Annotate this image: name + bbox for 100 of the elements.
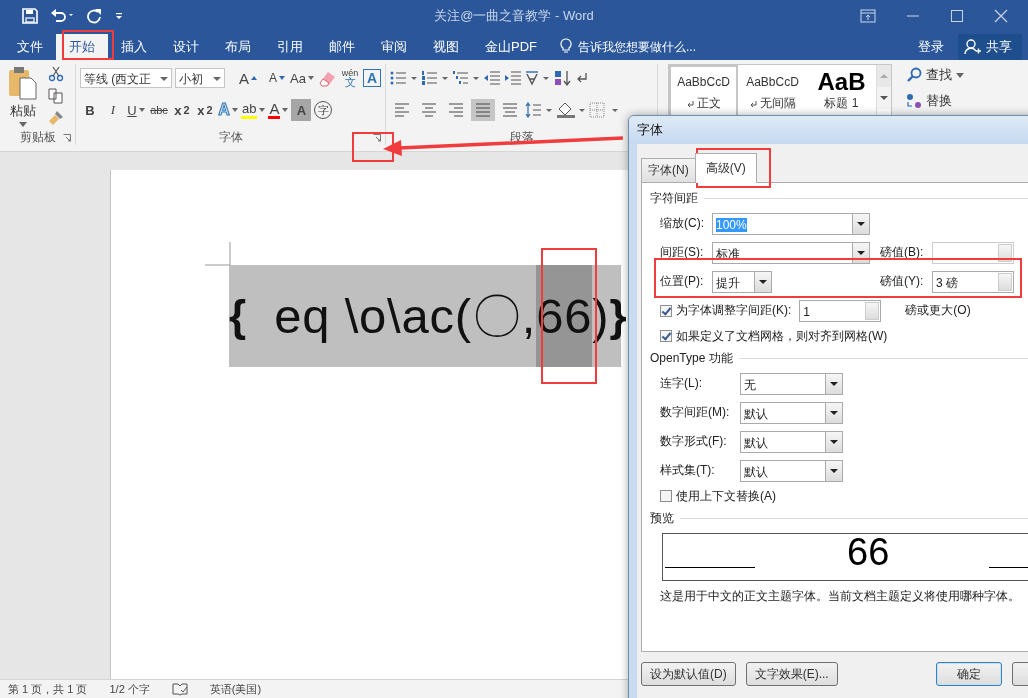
asian-layout-icon[interactable] — [525, 70, 551, 86]
kerning-spinner[interactable]: 1 — [799, 299, 882, 322]
opentype-dropdown[interactable]: 默认 — [740, 459, 843, 482]
style-item[interactable]: AaB 标题 1 — [807, 65, 876, 143]
change-case-button[interactable]: Aa — [290, 67, 314, 89]
checkbox[interactable] — [660, 304, 672, 317]
numbered-list-icon[interactable] — [421, 70, 449, 86]
bold-button[interactable]: B — [80, 99, 100, 121]
field-label: 磅值(Y): — [880, 273, 925, 290]
line-spacing-icon[interactable] — [525, 102, 553, 118]
ribbon-display-icon[interactable] — [860, 9, 876, 23]
position-dropdown[interactable]: 提升 — [712, 270, 772, 293]
customize-icon[interactable] — [114, 11, 124, 21]
group-label: 剪贴板 — [19, 128, 56, 146]
increase-indent-icon[interactable] — [504, 70, 522, 86]
caret-icon — [956, 72, 964, 78]
font-name-field[interactable]: 等线 (西文正 — [80, 68, 172, 88]
person-add-icon — [964, 39, 982, 55]
ribbon-tab[interactable]: 审阅 — [368, 34, 420, 60]
field-label: 样式集(T): — [660, 462, 716, 479]
redo-icon[interactable] — [86, 8, 102, 24]
sign-in-link[interactable]: 登录 — [918, 34, 944, 60]
italic-button[interactable]: I — [103, 99, 123, 121]
multilevel-list-icon[interactable] — [452, 70, 480, 86]
find-button[interactable]: 查找 — [906, 64, 964, 86]
bullet-list-icon[interactable] — [390, 70, 418, 86]
lightbulb-icon — [560, 38, 572, 54]
dialog-tab[interactable]: 字体(N) — [641, 158, 696, 182]
ribbon-tab[interactable]: 布局 — [212, 34, 264, 60]
sort-icon[interactable] — [554, 70, 572, 86]
underline-button[interactable]: U — [126, 99, 146, 121]
shrink-font-button[interactable]: A — [267, 67, 288, 89]
scissors-icon[interactable] — [48, 66, 64, 82]
opentype-dropdown[interactable]: 默认 — [740, 401, 843, 424]
character-border-button[interactable]: A — [363, 69, 381, 87]
ribbon-tab[interactable]: 引用 — [264, 34, 316, 60]
field-label: 位置(P): — [660, 273, 705, 290]
ribbon-tab[interactable]: 金山PDF — [472, 34, 550, 60]
field-label: 磅值(B): — [880, 244, 925, 261]
font-size-field[interactable]: 小初 — [175, 68, 225, 88]
maximize-icon[interactable] — [950, 9, 964, 23]
paintbrush-icon[interactable] — [48, 110, 64, 126]
section-title: OpenType 功能 — [650, 349, 733, 367]
scroll-down-icon[interactable] — [877, 87, 891, 109]
character-shading-button[interactable]: A — [291, 99, 312, 121]
checkbox[interactable] — [660, 490, 672, 502]
paint-bucket-icon[interactable] — [556, 102, 586, 118]
copy-icon[interactable] — [48, 88, 64, 104]
field-code-text: 〇 — [472, 288, 522, 345]
points-spinner[interactable] — [932, 241, 1014, 264]
preview-description: 这是用于中文的正文主题字体。当前文档主题定义将使用哪种字体。 — [660, 589, 1021, 604]
dialog-button[interactable]: 设为默认值(D) — [641, 662, 736, 686]
close-icon[interactable] — [994, 9, 1008, 23]
window-title: 关注@一曲之音教学 - Word — [434, 7, 594, 25]
eraser-icon[interactable] — [317, 69, 337, 87]
grow-font-button[interactable]: A — [232, 67, 265, 89]
caret-icon — [282, 108, 289, 112]
dialog-button[interactable]: 文字效果(E)... — [745, 662, 838, 686]
strikethrough-button[interactable]: abc — [149, 99, 169, 121]
dialog-title: 字体 — [637, 121, 663, 139]
highlight-frame — [62, 30, 114, 60]
word-count[interactable]: 1/2 个字 — [109, 681, 150, 697]
checkbox-label: 使用上下文替换(A) — [676, 487, 776, 505]
language-indicator[interactable]: 英语(美国) — [209, 681, 262, 697]
ribbon-tab[interactable]: 设计 — [160, 34, 212, 60]
dialog-launcher-icon[interactable] — [373, 134, 381, 142]
field-brace: { — [229, 290, 247, 342]
style-item[interactable]: AaBbCcD 无间隔 — [738, 65, 807, 143]
field-code-text: , — [521, 288, 537, 345]
points-spinner[interactable]: 3 磅 — [932, 270, 1014, 293]
spacing-dropdown[interactable]: 标准 — [712, 241, 870, 264]
field-label: 数字间距(M): — [660, 404, 731, 421]
phonetic-guide-button[interactable]: wén 文 — [340, 67, 360, 89]
field-label: 连字(L): — [660, 375, 703, 392]
dialog-launcher-icon[interactable] — [63, 134, 71, 142]
ribbon-tab[interactable]: 视图 — [420, 34, 472, 60]
dialog-button[interactable]: 确定 — [935, 662, 1002, 686]
return-arrow-icon — [686, 99, 695, 108]
ribbon-tab[interactable]: 邮件 — [316, 34, 368, 60]
book-check-icon[interactable] — [171, 682, 188, 696]
replace-button[interactable]: 替换 — [906, 90, 964, 112]
decrease-indent-icon[interactable] — [483, 70, 501, 86]
checkbox[interactable] — [660, 330, 672, 342]
dialog-tab[interactable]: 高级(V) — [694, 153, 757, 183]
page-count[interactable]: 第 1 页，共 1 页 — [8, 681, 88, 697]
highlight-button[interactable]: ab — [241, 99, 266, 121]
undo-icon[interactable] — [50, 8, 74, 24]
field-label: 数字形式(F): — [660, 433, 728, 450]
opentype-dropdown[interactable]: 无 — [740, 372, 843, 395]
ribbon-tab[interactable]: 开始 — [56, 34, 108, 60]
ribbon-tab[interactable]: 文件 — [4, 34, 56, 60]
share-button[interactable]: 共享 — [958, 34, 1022, 60]
font-color-button[interactable]: A — [268, 99, 289, 121]
save-icon[interactable] — [22, 8, 38, 24]
paste-button[interactable]: 粘贴 — [4, 64, 42, 129]
align-icon — [475, 103, 491, 117]
ribbon-tab[interactable]: 插入 — [108, 34, 160, 60]
opentype-dropdown[interactable]: 默认 — [740, 430, 843, 453]
tell-me-field[interactable]: 告诉我您想要做什么... — [578, 34, 696, 60]
preview-sample: 66 — [847, 534, 890, 570]
